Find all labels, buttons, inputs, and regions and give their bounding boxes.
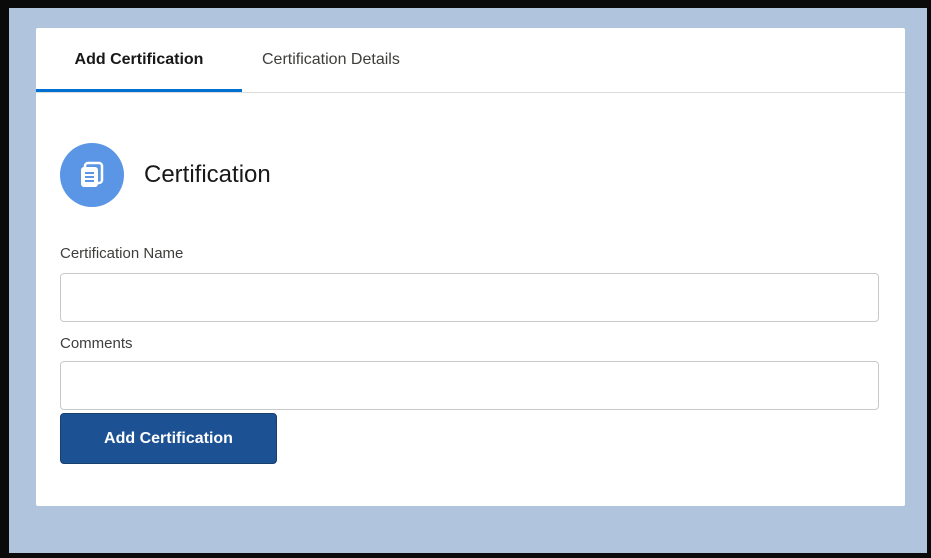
add-certification-button[interactable]: Add Certification bbox=[60, 413, 277, 464]
comments-input[interactable] bbox=[60, 361, 879, 410]
tab-add-certification[interactable]: Add Certification bbox=[36, 28, 242, 92]
card-header: Certification bbox=[60, 143, 660, 209]
certification-card: Add Certification Certification Details … bbox=[36, 28, 905, 506]
document-stack-icon bbox=[60, 143, 124, 207]
comments-label: Comments bbox=[60, 335, 133, 352]
card-title: Certification bbox=[144, 161, 271, 188]
certification-name-input[interactable] bbox=[60, 273, 879, 322]
certification-name-label: Certification Name bbox=[60, 245, 184, 262]
tab-bar: Add Certification Certification Details bbox=[36, 28, 905, 93]
window-frame: Add Certification Certification Details … bbox=[0, 0, 931, 558]
tab-certification-details[interactable]: Certification Details bbox=[262, 28, 400, 92]
